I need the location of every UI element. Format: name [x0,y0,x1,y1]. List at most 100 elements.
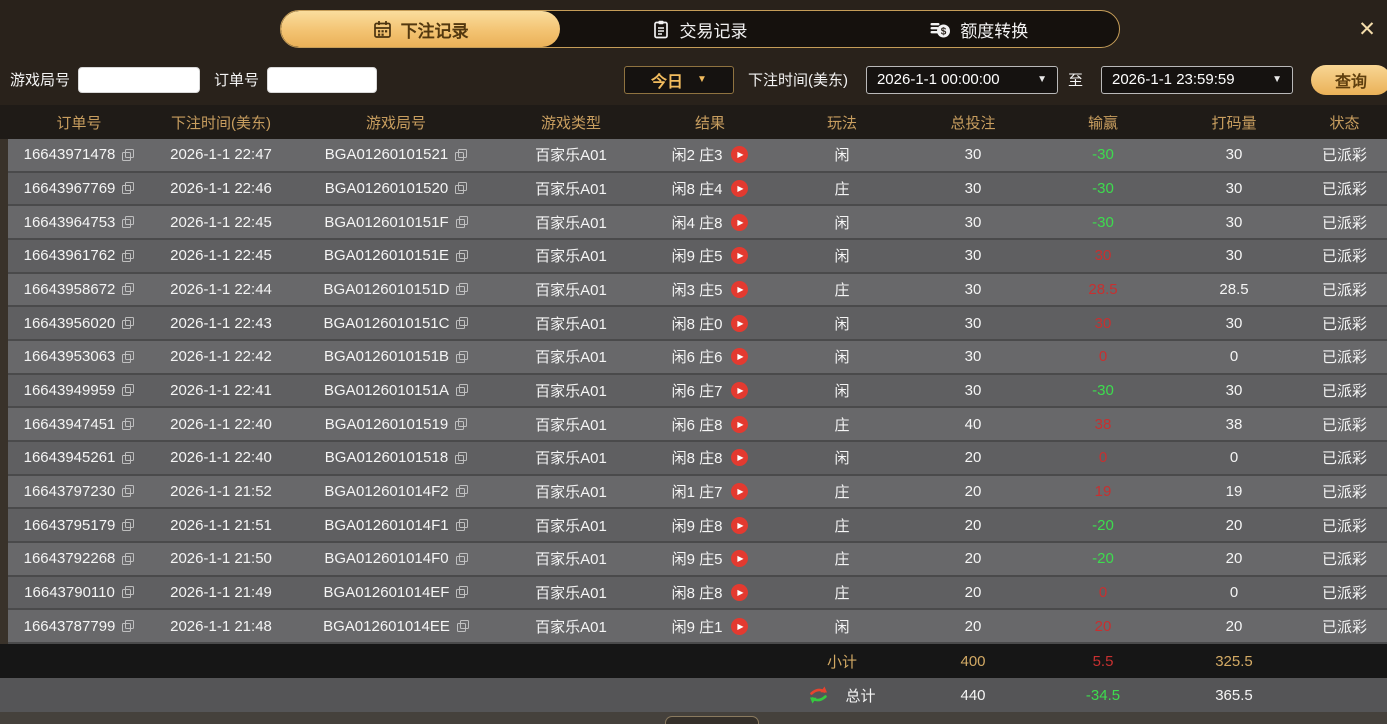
copy-icon[interactable] [122,519,135,532]
result-text: 闲6 庄6 [671,349,723,367]
total-bet: 20 [964,482,982,500]
copy-icon[interactable] [456,283,469,296]
close-icon[interactable]: ✕ [1355,18,1379,42]
copy-icon[interactable] [455,182,468,195]
copy-icon[interactable] [122,384,135,397]
copy-icon[interactable] [455,485,468,498]
copy-icon[interactable] [122,249,135,262]
tab-transaction-records[interactable]: 交易记录 [560,11,839,47]
header-type: 游戏类型 [540,114,601,132]
win-amount: -20 [1092,516,1114,534]
table-row: 16643790110 2026-1-1 21:49 BGA012601014E… [8,576,1387,611]
refresh-exchange-icon[interactable] [808,685,829,705]
search-button[interactable]: 查询 [1310,64,1387,95]
copy-icon[interactable] [122,552,135,565]
game-round-input[interactable] [78,66,201,93]
status-badge: 已派彩 [1321,214,1367,232]
bet-time: 2026-1-1 21:51 [170,516,272,534]
bottom-strip [0,712,1387,724]
copy-icon[interactable] [122,418,135,431]
copy-icon[interactable] [455,451,468,464]
play-icon[interactable]: ▶ [731,482,749,500]
status-badge: 已派彩 [1321,517,1367,535]
play-icon[interactable]: ▶ [731,381,749,399]
copy-icon[interactable] [122,216,135,229]
game-type: 百家乐A01 [535,281,607,299]
copy-icon[interactable] [455,552,468,565]
time-to-select[interactable]: 2026-1-1 23:59:59 ▼ [1100,65,1293,94]
game-round: BGA0126010151D [323,280,450,298]
result-text: 闲8 庄8 [671,450,723,468]
copy-icon[interactable] [122,620,135,633]
game-type: 百家乐A01 [535,248,607,266]
copy-icon[interactable] [122,182,135,195]
status-badge: 已派彩 [1321,450,1367,468]
play-icon[interactable]: ▶ [731,449,749,467]
win-amount: 19 [1094,482,1112,500]
time-from-select[interactable]: 2026-1-1 00:00:00 ▼ [865,65,1058,94]
copy-icon[interactable] [455,216,468,229]
copy-icon[interactable] [456,317,469,330]
copy-icon[interactable] [122,148,135,161]
copy-icon[interactable] [122,451,135,464]
win-amount: -30 [1092,179,1114,197]
result-text: 闲1 庄7 [671,483,723,501]
copy-icon[interactable] [455,519,468,532]
collapsed-bottom-button[interactable] [665,716,759,724]
copy-icon[interactable] [456,350,469,363]
turnover: 30 [1225,146,1243,164]
total-bet: 20 [964,550,982,568]
play-icon[interactable]: ▶ [731,280,749,298]
game-round: BGA0126010151B [323,348,450,366]
play-type: 庄 [834,416,850,434]
play-icon[interactable]: ▶ [731,146,749,164]
to-label: 至 [1067,72,1083,89]
copy-icon[interactable] [455,148,468,161]
play-icon[interactable]: ▶ [731,179,749,197]
tab-quota-transfer[interactable]: $ 额度转换 [840,11,1119,47]
status-badge: 已派彩 [1321,349,1367,367]
status-badge: 已派彩 [1321,618,1367,636]
copy-icon[interactable] [122,283,135,296]
table-row: 16643953063 2026-1-1 22:42 BGA0126010151… [8,340,1387,375]
order-number: 16643967769 [23,179,116,197]
copy-icon[interactable] [122,485,135,498]
tab-label: 下注记录 [400,21,469,41]
copy-icon[interactable] [456,249,469,262]
header-round: 游戏局号 [365,114,426,132]
play-icon[interactable]: ▶ [731,583,749,601]
result-text: 闲9 庄1 [671,618,723,636]
play-icon[interactable]: ▶ [731,213,749,231]
order-number: 16643949959 [23,381,116,399]
date-preset-select[interactable]: 今日 ▼ [623,65,734,94]
turnover: 30 [1225,381,1243,399]
copy-icon[interactable] [122,350,135,363]
copy-icon[interactable] [456,586,469,599]
copy-icon[interactable] [456,384,469,397]
play-icon[interactable]: ▶ [731,415,749,433]
win-amount: 30 [1094,314,1112,332]
play-icon[interactable]: ▶ [731,314,749,332]
tab-bet-records[interactable]: 下注记录 [281,11,561,47]
table-body: 16643971478 2026-1-1 22:47 BGA0126010152… [0,139,1387,644]
date-preset-value: 今日 [651,73,684,91]
copy-icon[interactable] [122,317,135,330]
copy-icon[interactable] [455,418,468,431]
order-no-input[interactable] [267,66,378,93]
table-row: 16643792268 2026-1-1 21:50 BGA012601014F… [8,542,1387,577]
win-amount: 38 [1094,415,1112,433]
play-icon[interactable]: ▶ [731,247,749,265]
order-number: 16643797230 [23,482,116,500]
play-icon[interactable]: ▶ [731,348,749,366]
order-number: 16643945261 [23,449,116,467]
play-icon[interactable]: ▶ [731,617,749,635]
total-bet: 30 [964,213,982,231]
copy-icon[interactable] [456,620,469,633]
copy-icon[interactable] [121,586,134,599]
game-type: 百家乐A01 [535,551,607,569]
table-row: 16643949959 2026-1-1 22:41 BGA0126010151… [8,374,1387,409]
table-row: 16643961762 2026-1-1 22:45 BGA0126010151… [8,239,1387,274]
play-icon[interactable]: ▶ [731,516,749,534]
play-icon[interactable]: ▶ [731,550,749,568]
header-order: 订单号 [56,114,102,132]
